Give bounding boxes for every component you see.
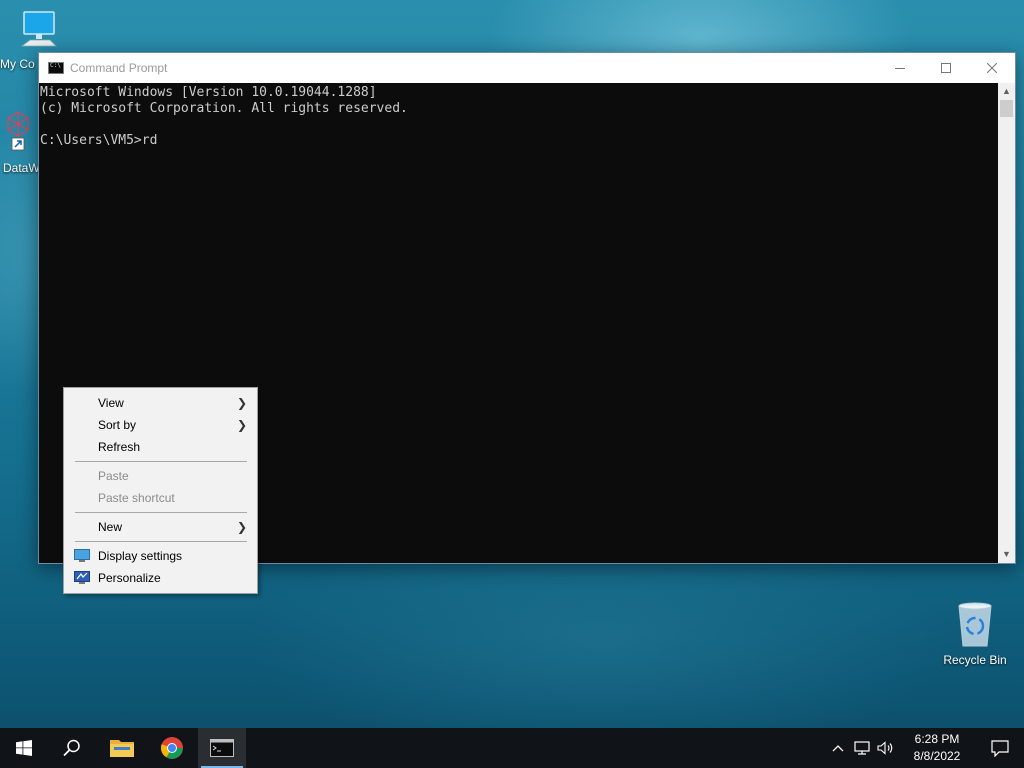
maximize-icon: [941, 63, 951, 73]
taskbar-clock[interactable]: 6:28 PM 8/8/2022: [898, 731, 976, 765]
console-line: (c) Microsoft Corporation. All rights re…: [40, 101, 408, 116]
system-tray: 6:28 PM 8/8/2022: [826, 728, 1024, 768]
command-prompt-icon: [210, 739, 234, 757]
menu-separator: [64, 509, 257, 516]
chevron-right-icon: ❯: [236, 396, 247, 410]
menu-item-label: Display settings: [98, 549, 183, 563]
recycle-bin-icon: [958, 602, 992, 647]
menu-item-label: Refresh: [98, 440, 141, 454]
menu-item-label: Paste: [98, 469, 129, 483]
minimize-icon: [895, 68, 905, 69]
menu-item-label: Personalize: [98, 571, 161, 585]
menu-item-label: Sort by: [98, 418, 137, 432]
windows-start-icon: [16, 740, 32, 756]
menu-item-paste: Paste: [64, 465, 257, 487]
menu-item-label: Paste shortcut: [98, 491, 175, 505]
desktop-context-menu: View ❯ Sort by ❯ Refresh Paste Paste sho…: [63, 387, 258, 594]
start-button[interactable]: [0, 728, 48, 768]
show-hidden-icons-button[interactable]: [826, 728, 850, 768]
desktop-icon-label: Recycle Bin: [943, 653, 1007, 667]
monitor-icon: [74, 549, 90, 562]
chevron-right-icon: ❯: [236, 520, 247, 534]
personalize-icon: [74, 571, 90, 584]
vertical-scrollbar[interactable]: ▲ ▼: [998, 83, 1015, 563]
scroll-thumb[interactable]: [1000, 100, 1013, 117]
menu-item-label: View: [98, 396, 124, 410]
menu-item-sort-by[interactable]: Sort by ❯: [64, 414, 257, 436]
chrome-icon: [160, 737, 183, 759]
scroll-up-button[interactable]: ▲: [998, 83, 1015, 100]
menu-item-refresh[interactable]: Refresh: [64, 436, 257, 458]
file-explorer-icon: [110, 740, 134, 757]
taskbar-file-explorer[interactable]: [98, 728, 146, 768]
clock-date: 8/8/2022: [913, 749, 961, 763]
console-prompt-line: C:\Users\VM5>rd: [40, 133, 158, 148]
taskbar: 6:28 PM 8/8/2022: [0, 728, 1024, 768]
menu-separator: [64, 538, 257, 545]
notification-icon: [991, 739, 1009, 757]
action-center-button[interactable]: [976, 728, 1024, 768]
network-icon: [854, 741, 870, 755]
clock-time: 6:28 PM: [914, 732, 960, 746]
volume-button[interactable]: [874, 728, 898, 768]
search-button[interactable]: [48, 728, 96, 768]
network-button[interactable]: [850, 728, 874, 768]
scroll-down-button[interactable]: ▼: [998, 546, 1015, 563]
close-button[interactable]: [969, 53, 1015, 83]
chevron-right-icon: ❯: [236, 418, 247, 432]
menu-item-label: New: [98, 520, 123, 534]
menu-separator: [64, 458, 257, 465]
title-bar[interactable]: Command Prompt: [39, 53, 1015, 83]
close-icon: [987, 63, 997, 73]
maximize-button[interactable]: [923, 53, 969, 83]
computer-icon: [20, 11, 57, 47]
menu-item-paste-shortcut: Paste shortcut: [64, 487, 257, 509]
chevron-up-icon: [832, 745, 844, 752]
window-title: Command Prompt: [70, 61, 168, 75]
menu-item-view[interactable]: View ❯: [64, 392, 257, 414]
desktop-icon-recycle-bin[interactable]: Recycle Bin: [937, 600, 1013, 667]
command-prompt-icon: [48, 62, 64, 74]
menu-item-new[interactable]: New ❯: [64, 516, 257, 538]
taskbar-chrome[interactable]: [148, 728, 196, 768]
taskbar-command-prompt[interactable]: [198, 728, 246, 768]
volume-icon: [877, 741, 893, 755]
menu-item-display-settings[interactable]: Display settings: [64, 545, 257, 567]
console-line: Microsoft Windows [Version 10.0.19044.12…: [40, 85, 377, 100]
minimize-button[interactable]: [877, 53, 923, 83]
menu-item-personalize[interactable]: Personalize: [64, 567, 257, 589]
search-icon: [63, 739, 80, 757]
